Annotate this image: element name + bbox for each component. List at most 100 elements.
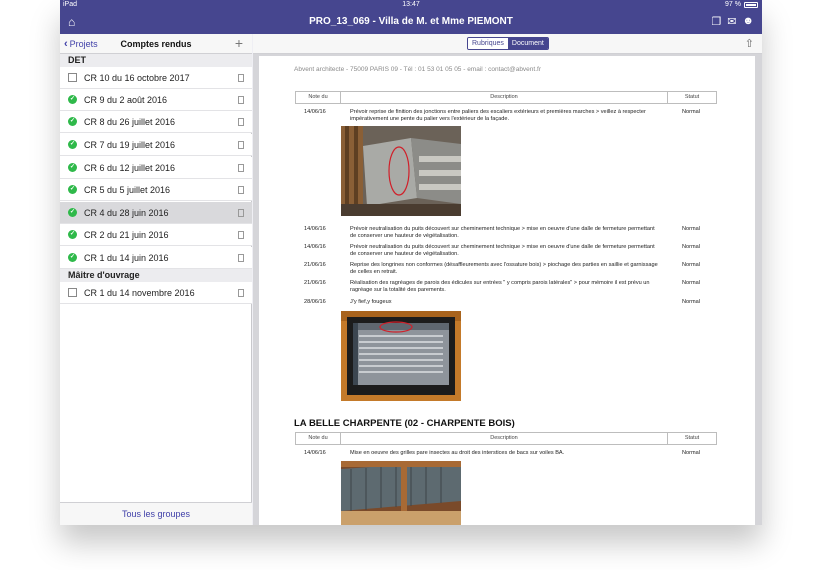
site-photo-roof[interactable] <box>341 461 461 525</box>
row-status: Normal <box>682 450 701 456</box>
share-icon[interactable]: ⇧ <box>745 37 754 50</box>
pdf-icon[interactable] <box>238 141 244 149</box>
row-text: Prévoir neutralisation du puits découver… <box>350 244 655 257</box>
pdf-icon[interactable] <box>238 231 244 239</box>
row-date: 14/06/16 <box>304 226 326 232</box>
row-status: Normal <box>682 299 701 305</box>
report-label: CR 2 du 21 juin 2016 <box>84 230 169 240</box>
check-icon: ✓ <box>68 208 77 217</box>
row-date: 14/06/16 <box>304 109 326 115</box>
nav-bar: ⌂ PRO_13_069 - Villa de M. et Mme PIEMON… <box>60 10 762 34</box>
check-icon: ✓ <box>68 230 77 239</box>
row-status: Normal <box>682 109 701 115</box>
check-icon: ✓ <box>68 253 77 262</box>
document-pane: Rubriques Document ⇧ Abvent architecte -… <box>253 34 762 525</box>
row-status: Normal <box>682 244 701 250</box>
row-date: 21/06/16 <box>304 262 326 268</box>
row-date: 28/06/16 <box>304 299 326 305</box>
segment-document[interactable]: Document <box>507 38 548 49</box>
report-label: CR 7 du 19 juillet 2016 <box>84 140 176 150</box>
section-title-charpente: LA BELLE CHARPENTE (02 - CHARPENTE BOIS) <box>294 418 515 429</box>
report-item[interactable]: ✓ CR 1 du 14 juin 2016 <box>60 247 252 269</box>
reports-sidebar: ‹ Projets Comptes rendus + DET CR 10 du 1… <box>60 34 252 525</box>
document-toolbar: Rubriques Document ⇧ <box>253 34 762 54</box>
header-statut: Statut <box>684 94 700 100</box>
view-segmented-control: Rubriques Document <box>467 37 549 50</box>
row-text: Reprise des longrines non conformes (dés… <box>350 262 658 275</box>
row-text: Prévoir reprise de finition des jonction… <box>350 109 646 122</box>
pdf-icon[interactable] <box>238 96 244 104</box>
report-label: CR 10 du 16 octobre 2017 <box>84 73 190 83</box>
site-photo-stairs[interactable] <box>341 126 461 216</box>
all-groups-button[interactable]: Tous les groupes <box>60 502 252 525</box>
row-date: 14/06/16 <box>304 244 326 250</box>
document-page: Abvent architecte - 75009 PARIS 09 - Tél… <box>259 56 755 525</box>
document-icon <box>68 73 77 82</box>
check-icon: ✓ <box>68 163 77 172</box>
report-item-selected[interactable]: ✓ CR 4 du 28 juin 2016 <box>60 202 252 224</box>
report-label: CR 1 du 14 juin 2016 <box>84 253 169 263</box>
company-address: Abvent architecte - 75009 PARIS 09 - Tél… <box>294 66 541 73</box>
users-icon[interactable]: ☻ <box>742 15 754 28</box>
chat-icon[interactable]: ✉ <box>727 15 736 28</box>
pdf-icon[interactable] <box>238 186 244 194</box>
pdf-icon[interactable] <box>238 289 244 297</box>
screen-photo-image <box>341 311 461 401</box>
add-report-button[interactable]: + <box>235 35 243 51</box>
row-status: Normal <box>682 262 701 268</box>
report-label: CR 8 du 26 juillet 2016 <box>84 117 176 127</box>
row-date: 21/06/16 <box>304 280 326 286</box>
project-title: PRO_13_069 - Villa de M. et Mme PIEMONT <box>309 16 513 27</box>
ipad-screen: iPad 13:47 97 % ⌂ PRO_13_069 - Villa de … <box>60 0 762 525</box>
header-note: Note du <box>296 433 341 444</box>
stairs-photo-image <box>341 126 461 216</box>
row-text: J'y fief,y fougeux <box>350 299 392 305</box>
nav-icons: ❐ ✉ ☻ <box>711 15 754 28</box>
row-text: Réalisation des ragréages de parois des … <box>350 280 650 293</box>
check-icon: ✓ <box>68 95 77 104</box>
site-photo-screen[interactable] <box>341 311 461 401</box>
report-item[interactable]: ✓ CR 6 du 12 juillet 2016 <box>60 157 252 179</box>
documents-icon[interactable]: ❐ <box>711 15 721 28</box>
report-label: CR 6 du 12 juillet 2016 <box>84 163 176 173</box>
row-text: Mise en oeuvre des grilles pare insectes… <box>350 450 565 456</box>
document-icon <box>68 288 77 297</box>
report-item[interactable]: ✓ CR 8 du 26 juillet 2016 <box>60 111 252 133</box>
report-item[interactable]: ✓ CR 5 du 5 juillet 2016 <box>60 179 252 201</box>
report-label: CR 9 du 2 août 2016 <box>84 95 168 105</box>
pdf-icon[interactable] <box>238 74 244 82</box>
report-item[interactable]: CR 1 du 14 novembre 2016 <box>60 282 252 304</box>
check-icon: ✓ <box>68 140 77 149</box>
row-status: Normal <box>682 280 701 286</box>
report-label: CR 4 du 28 juin 2016 <box>84 208 169 218</box>
header-note: Note du <box>296 92 341 103</box>
battery-status: 97 % <box>725 1 758 8</box>
report-item[interactable]: CR 10 du 16 octobre 2017 <box>60 67 252 89</box>
section-maitre-ouvrage: Mâitre d'ouvrage <box>60 269 252 282</box>
check-icon: ✓ <box>68 185 77 194</box>
table-header: Note du Description Statut <box>295 91 717 104</box>
report-label: CR 5 du 5 juillet 2016 <box>84 185 171 195</box>
report-item[interactable]: ✓ CR 7 du 19 juillet 2016 <box>60 134 252 156</box>
table-header: Note du Description Statut <box>295 432 717 445</box>
roof-photo-image <box>341 461 461 525</box>
row-text: Prévoir neutralisation du puits découver… <box>350 226 655 239</box>
sidebar-title: Comptes rendus <box>120 39 192 49</box>
battery-icon <box>744 1 758 8</box>
sidebar-header: ‹ Projets Comptes rendus + <box>60 34 252 54</box>
pdf-icon[interactable] <box>238 209 244 217</box>
segment-rubriques[interactable]: Rubriques <box>468 38 508 49</box>
clock: 13:47 <box>402 1 420 8</box>
check-icon: ✓ <box>68 117 77 126</box>
report-label: CR 1 du 14 novembre 2016 <box>84 288 195 298</box>
header-description: Description <box>341 92 668 103</box>
battery-percent: 97 % <box>725 1 741 8</box>
pdf-icon[interactable] <box>238 118 244 126</box>
header-statut: Statut <box>684 435 700 441</box>
report-item[interactable]: ✓ CR 2 du 21 juin 2016 <box>60 224 252 246</box>
pdf-icon[interactable] <box>238 164 244 172</box>
status-bar: iPad 13:47 97 % <box>60 0 762 10</box>
pdf-icon[interactable] <box>238 254 244 262</box>
section-det: DET <box>60 54 252 67</box>
report-item[interactable]: ✓ CR 9 du 2 août 2016 <box>60 89 252 111</box>
